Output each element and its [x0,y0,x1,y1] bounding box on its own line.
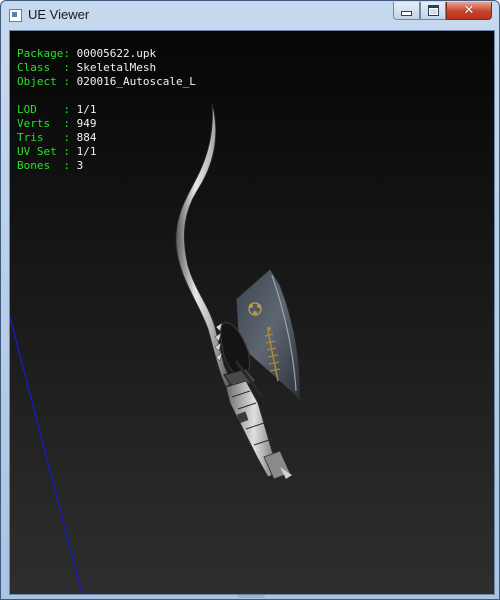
info-verts: Verts : 949 [17,117,97,130]
mesh-info-overlay: Package: 00005622.upk Class : SkeletalMe… [17,47,196,173]
minimize-button[interactable] [393,2,420,20]
3d-viewport[interactable]: Package: 00005622.upk Class : SkeletalMe… [9,30,495,595]
axis-line [10,316,83,594]
info-class: Class : SkeletalMesh [17,61,157,74]
info-tris: Tris : 884 [17,131,97,144]
resize-grip[interactable] [237,595,265,598]
info-package: Package: 00005622.upk [17,47,157,60]
info-uv-set: UV Set : 1/1 [17,145,97,158]
maximize-button[interactable] [420,2,446,20]
maximize-icon [427,5,439,16]
info-lod: LOD : 1/1 [17,103,97,116]
close-icon: ✕ [463,3,475,18]
close-button[interactable]: ✕ [446,2,492,20]
app-icon[interactable] [9,9,22,22]
minimize-icon [401,11,412,16]
info-object: Object : 020016_Autoscale_L [17,75,196,88]
window-title: UE Viewer [28,7,90,22]
title-bar[interactable]: UE Viewer ✕ [1,1,499,29]
info-bones: Bones : 3 [17,159,84,172]
app-window: UE Viewer ✕ Package: 00005622.upk Class … [0,0,500,600]
